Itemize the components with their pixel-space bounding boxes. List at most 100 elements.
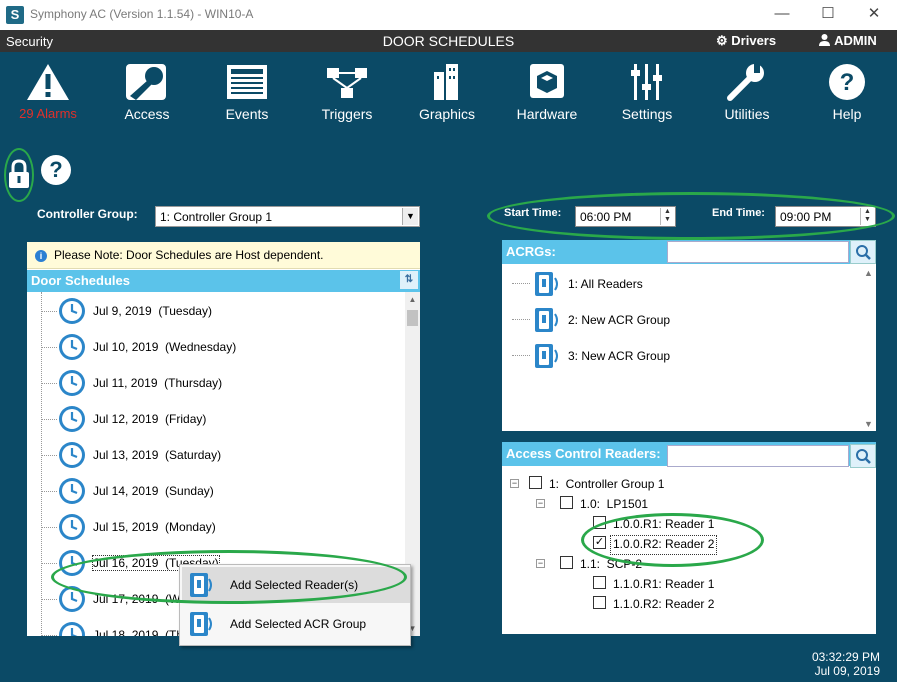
tree-line — [41, 491, 57, 492]
acrg-item[interactable]: 1: All Readers — [512, 268, 852, 300]
status-date: Jul 09, 2019 — [814, 664, 880, 678]
controller-group-select[interactable]: 1: Controller Group 1 ▼ — [155, 206, 420, 227]
door-schedule-item[interactable]: Jul 12, 2019 (Friday) — [41, 402, 387, 438]
scroll-up-icon[interactable]: ▲ — [861, 268, 876, 278]
nav-label-settings: Settings — [621, 106, 673, 122]
help-icon: ? — [829, 64, 865, 100]
chevron-down-icon: ▼ — [402, 208, 418, 225]
tree-reader-label[interactable]: 1.1.0.R1: Reader 1 — [613, 577, 714, 595]
app-logo-icon: S — [6, 6, 24, 24]
page-help-button[interactable]: ? — [41, 155, 71, 185]
drivers-button[interactable]: ⚙ Drivers — [716, 33, 776, 49]
tree-reader-label[interactable]: 1.0.0.R1: Reader 1 — [613, 517, 714, 535]
door-schedule-label: Jul 11, 2019 (Thursday) — [93, 376, 223, 390]
tree-group-label[interactable]: 1: Controller Group 1 — [549, 477, 664, 495]
close-button[interactable]: ✕ — [851, 0, 897, 30]
note-text: Please Note: Door Schedules are Host dep… — [54, 248, 324, 262]
end-time-spinner[interactable]: ▲ ▼ — [860, 208, 874, 225]
menu-add-selected-acr-group[interactable]: Add Selected ACR Group — [182, 606, 410, 642]
tree-line — [512, 319, 530, 320]
collapse-icon[interactable]: − — [510, 479, 519, 488]
tree-panel-label[interactable]: 1.1: SCP-2 — [580, 557, 642, 575]
nav-events[interactable]: Events — [201, 62, 293, 124]
nav-label-alarms: 29 Alarms — [19, 106, 77, 121]
admin-label: ADMIN — [834, 33, 877, 48]
lock-button[interactable] — [4, 148, 34, 202]
admin-button[interactable]: ADMIN — [818, 33, 877, 48]
nav-graphics[interactable]: Graphics — [401, 62, 493, 124]
start-time-field[interactable]: 06:00 PM ▲ ▼ — [575, 206, 676, 227]
tree-line — [41, 292, 42, 636]
menu-label: Add Selected ACR Group — [230, 617, 367, 631]
acrgs-search-button[interactable] — [850, 240, 876, 264]
tree-reader-label[interactable]: 1.0.0.R2: Reader 2 — [609, 535, 718, 555]
collapse-icon[interactable]: − — [536, 499, 545, 508]
scroll-down-icon[interactable]: ▼ — [861, 419, 876, 429]
nav-label-access: Access — [124, 106, 170, 122]
door-schedule-item[interactable]: Jul 11, 2019 (Thursday) — [41, 366, 387, 402]
door-schedule-item[interactable]: Jul 14, 2019 (Sunday) — [41, 474, 387, 510]
checkbox-reader[interactable] — [593, 576, 606, 589]
readers-title: Access Control Readers: — [506, 446, 661, 461]
clock-icon — [57, 332, 87, 362]
tree-line — [41, 635, 57, 636]
checkbox-reader[interactable] — [593, 596, 606, 609]
tree-line — [512, 355, 530, 356]
checkbox-panel[interactable] — [560, 556, 573, 569]
scroll-up-icon[interactable]: ▲ — [405, 292, 420, 307]
context-menu: Add Selected Reader(s) Add Selected ACR … — [179, 564, 411, 646]
acrgs-panel: ACRGs: 1: All Readers 2: New ACR Group 3: … — [502, 240, 876, 431]
readers-search-button[interactable] — [850, 444, 876, 468]
host-note: i Please Note: Door Schedules are Host d… — [27, 242, 420, 269]
status-clock: 03:32:29 PM Jul 09, 2019 — [780, 650, 880, 678]
access-icon — [126, 64, 166, 100]
reader-icon — [190, 573, 212, 597]
minimize-button[interactable]: — — [759, 0, 805, 30]
door-schedule-label: Jul 9, 2019 (Tuesday) — [93, 304, 212, 318]
window-titlebar: S Symphony AC (Version 1.1.54) - WIN10-A… — [0, 0, 897, 30]
acrg-item[interactable]: 3: New ACR Group — [512, 340, 852, 372]
nav-access[interactable]: Access — [101, 62, 193, 124]
readers-panel: Access Control Readers: − 1: Controller … — [502, 442, 876, 634]
nav-alarms[interactable]: 29 Alarms — [2, 62, 94, 124]
end-time-field[interactable]: 09:00 PM ▲ ▼ — [775, 206, 876, 227]
clock-icon — [57, 512, 87, 542]
collapse-icon[interactable]: − — [536, 559, 545, 568]
nav-settings[interactable]: Settings — [601, 62, 693, 124]
acrg-item[interactable]: 2: New ACR Group — [512, 304, 852, 336]
start-time-label: Start Time: — [504, 207, 562, 219]
clock-icon — [57, 548, 87, 578]
nav-help[interactable]: ? Help — [801, 62, 893, 124]
door-schedule-item[interactable]: Jul 10, 2019 (Wednesday) — [41, 330, 387, 366]
nav-utilities[interactable]: Utilities — [701, 62, 793, 124]
gear-icon: ⚙ — [716, 33, 728, 48]
maximize-button[interactable]: ☐ — [805, 0, 851, 30]
nav-triggers[interactable]: Triggers — [301, 62, 393, 124]
checkbox-group[interactable] — [529, 476, 542, 489]
readers-search-input[interactable] — [667, 445, 849, 467]
door-schedule-item[interactable]: Jul 9, 2019 (Tuesday) — [41, 294, 387, 330]
clock-icon — [57, 584, 87, 614]
door-schedule-item[interactable]: Jul 13, 2019 (Saturday) — [41, 438, 387, 474]
scroll-thumb[interactable] — [407, 310, 418, 326]
checkbox-reader[interactable]: ✓ — [593, 536, 606, 549]
clock-icon — [57, 404, 87, 434]
menu-add-selected-readers[interactable]: Add Selected Reader(s) — [182, 567, 410, 603]
checkbox-panel[interactable] — [560, 496, 573, 509]
start-time-spinner[interactable]: ▲ ▼ — [660, 208, 674, 225]
tree-reader-label[interactable]: 1.1.0.R2: Reader 2 — [613, 597, 714, 615]
graphics-icon — [434, 64, 458, 100]
header-bar: Security DOOR SCHEDULES ⚙ Drivers ADMIN — [0, 30, 897, 52]
tree-panel-label[interactable]: 1.0: LP1501 — [580, 497, 648, 515]
drivers-label: Drivers — [731, 33, 777, 48]
checkmark-icon: ✓ — [594, 536, 605, 548]
acrgs-scrollbar[interactable]: ▲ ▼ — [861, 266, 876, 431]
door-schedule-item[interactable]: Jul 15, 2019 (Monday) — [41, 510, 387, 546]
checkbox-reader[interactable] — [593, 516, 606, 529]
acrgs-search-input[interactable] — [667, 241, 849, 263]
sort-icon[interactable]: ⇅ — [400, 271, 418, 289]
status-time: 03:32:29 PM — [811, 650, 880, 664]
nav-hardware[interactable]: Hardware — [501, 62, 593, 124]
tree-line — [41, 455, 57, 456]
tree-line — [41, 311, 57, 312]
